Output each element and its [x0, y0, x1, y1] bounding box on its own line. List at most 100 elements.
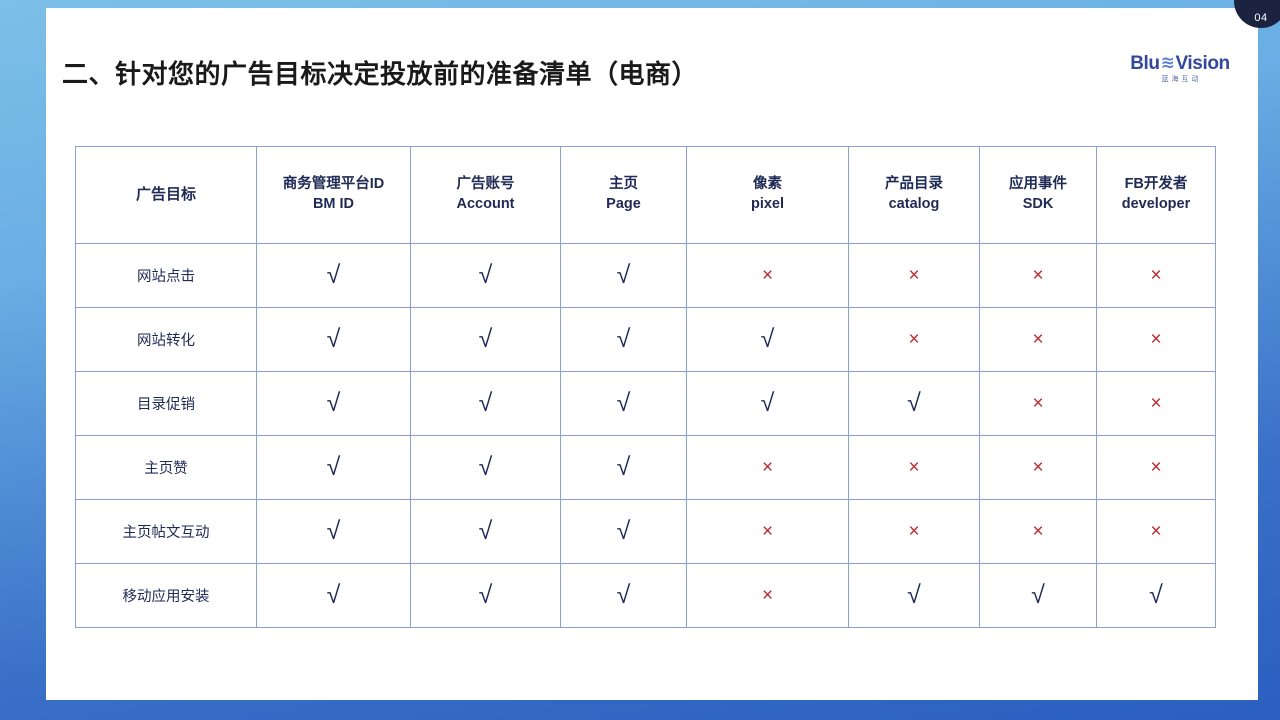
cell-r3-c2: √ — [560, 435, 687, 500]
column-header-developer: FB开发者 developer — [1096, 146, 1216, 244]
check-icon: √ — [616, 261, 631, 289]
table-row: 网站点击 √ √ √ × × × × — [75, 243, 1216, 308]
cell-r1-c3: √ — [686, 307, 849, 372]
wave-icon: ≋ — [1160, 53, 1175, 72]
column-header-sdk-en: SDK — [1022, 196, 1054, 212]
table-body: 网站点击 √ √ √ × × × × 网站转化 √ √ √ √ × × × 目录促销 √ √ √ √ √ × × 主页赞 √ √ √ ×… — [75, 243, 1216, 628]
cell-r1-c0: √ — [256, 307, 411, 372]
cross-icon: × — [908, 264, 920, 286]
column-header-page: 主页 Page — [560, 146, 687, 244]
check-icon: √ — [326, 581, 341, 609]
cell-r2-c2: √ — [560, 371, 687, 436]
check-icon: √ — [616, 453, 631, 481]
cell-r0-c5: × — [979, 243, 1097, 308]
cell-r5-c1: √ — [410, 563, 561, 628]
row-label-0: 网站点击 — [75, 243, 257, 308]
logo-subtitle: 蓝海互动 — [1161, 76, 1202, 83]
column-header-account-en: Account — [456, 196, 515, 212]
cell-r2-c5: × — [979, 371, 1097, 436]
cross-icon: × — [1150, 392, 1162, 414]
cell-r1-c4: × — [848, 307, 980, 372]
cell-r4-c4: × — [848, 499, 980, 564]
check-icon: √ — [478, 261, 493, 289]
cross-icon: × — [908, 520, 920, 542]
table-row: 网站转化 √ √ √ √ × × × — [75, 307, 1216, 372]
cell-r0-c4: × — [848, 243, 980, 308]
row-label-5: 移动应用安装 — [75, 563, 257, 628]
cell-r5-c4: √ — [848, 563, 980, 628]
check-icon: √ — [1031, 581, 1045, 609]
row-label-3: 主页赞 — [75, 435, 257, 500]
logo-wordmark: Blu ≋ Vision — [1126, 54, 1234, 73]
cross-icon: × — [761, 264, 774, 286]
column-header-goal: 广告目标 — [75, 146, 257, 244]
cell-r3-c4: × — [848, 435, 980, 500]
cell-r4-c1: √ — [410, 499, 561, 564]
slide-canvas: 04 二、针对您的广告目标决定投放前的准备清单（电商） Blu ≋ Vision 蓝… — [0, 0, 1280, 720]
check-icon: √ — [616, 581, 631, 609]
check-icon: √ — [760, 325, 775, 353]
logo-name-right: Vision — [1175, 53, 1230, 74]
column-header-catalog-en: catalog — [888, 196, 940, 212]
column-header-pixel-en: pixel — [750, 196, 785, 212]
slide-header: 二、针对您的广告目标决定投放前的准备清单（电商） Blu ≋ Vision 蓝海互动 — [46, 8, 1258, 128]
page-title: 二、针对您的广告目标决定投放前的准备清单（电商） — [62, 59, 699, 89]
column-header-catalog: 产品目录 catalog — [848, 146, 980, 244]
column-header-pixel-cn: 像素 — [753, 176, 782, 193]
column-header-sdk: 应用事件 SDK — [979, 146, 1097, 244]
column-header-page-en: Page — [606, 196, 641, 212]
cell-r1-c5: × — [979, 307, 1097, 372]
cell-r5-c6: √ — [1096, 563, 1216, 628]
check-icon: √ — [326, 453, 341, 481]
cell-r3-c6: × — [1096, 435, 1216, 500]
cell-r2-c6: × — [1096, 371, 1216, 436]
logo-name-left: Blu — [1130, 53, 1160, 74]
column-header-developer-en: developer — [1121, 196, 1191, 212]
cross-icon: × — [1032, 264, 1044, 286]
cross-icon: × — [1150, 264, 1162, 286]
column-header-goal-cn: 广告目标 — [135, 185, 196, 203]
check-icon: √ — [907, 389, 921, 417]
cell-r3-c0: √ — [256, 435, 411, 500]
cross-icon: × — [908, 456, 920, 478]
cell-r4-c3: × — [686, 499, 849, 564]
cell-r2-c1: √ — [410, 371, 561, 436]
check-icon: √ — [616, 325, 631, 353]
cross-icon: × — [1150, 456, 1162, 478]
check-icon: √ — [478, 325, 493, 353]
cell-r5-c5: √ — [979, 563, 1097, 628]
check-icon: √ — [616, 517, 631, 545]
cell-r1-c6: × — [1096, 307, 1216, 372]
row-label-2: 目录促销 — [75, 371, 257, 436]
cell-r4-c2: √ — [560, 499, 687, 564]
brand-logo: Blu ≋ Vision 蓝海互动 — [1126, 54, 1234, 83]
check-icon: √ — [478, 453, 493, 481]
check-icon: √ — [326, 325, 341, 353]
check-icon: √ — [478, 581, 493, 609]
row-label-4: 主页帖文互动 — [75, 499, 257, 564]
table-row: 主页帖文互动 √ √ √ × × × × — [75, 499, 1216, 564]
check-icon: √ — [326, 261, 341, 289]
cell-r4-c5: × — [979, 499, 1097, 564]
check-icon: √ — [326, 389, 341, 417]
cross-icon: × — [761, 584, 774, 606]
cell-r0-c0: √ — [256, 243, 411, 308]
column-header-bm-id-en: BM ID — [312, 196, 355, 212]
cross-icon: × — [761, 456, 774, 478]
cell-r5-c2: √ — [560, 563, 687, 628]
cell-r1-c2: √ — [560, 307, 687, 372]
page-number-text: 04 — [1254, 12, 1268, 24]
column-header-bm-id: 商务管理平台ID BM ID — [256, 146, 411, 244]
cell-r2-c4: √ — [848, 371, 980, 436]
check-icon: √ — [326, 517, 341, 545]
cell-r0-c1: √ — [410, 243, 561, 308]
check-icon: √ — [760, 389, 775, 417]
column-header-account: 广告账号 Account — [410, 146, 561, 244]
cell-r5-c3: × — [686, 563, 849, 628]
readiness-checklist-table: 广告目标 商务管理平台ID BM ID 广告账号 Account 主页 Page — [75, 146, 1216, 628]
cell-r3-c5: × — [979, 435, 1097, 500]
check-icon: √ — [478, 389, 493, 417]
cell-r3-c3: × — [686, 435, 849, 500]
slide-content-card: 二、针对您的广告目标决定投放前的准备清单（电商） Blu ≋ Vision 蓝海互动… — [46, 8, 1258, 700]
cell-r3-c1: √ — [410, 435, 561, 500]
